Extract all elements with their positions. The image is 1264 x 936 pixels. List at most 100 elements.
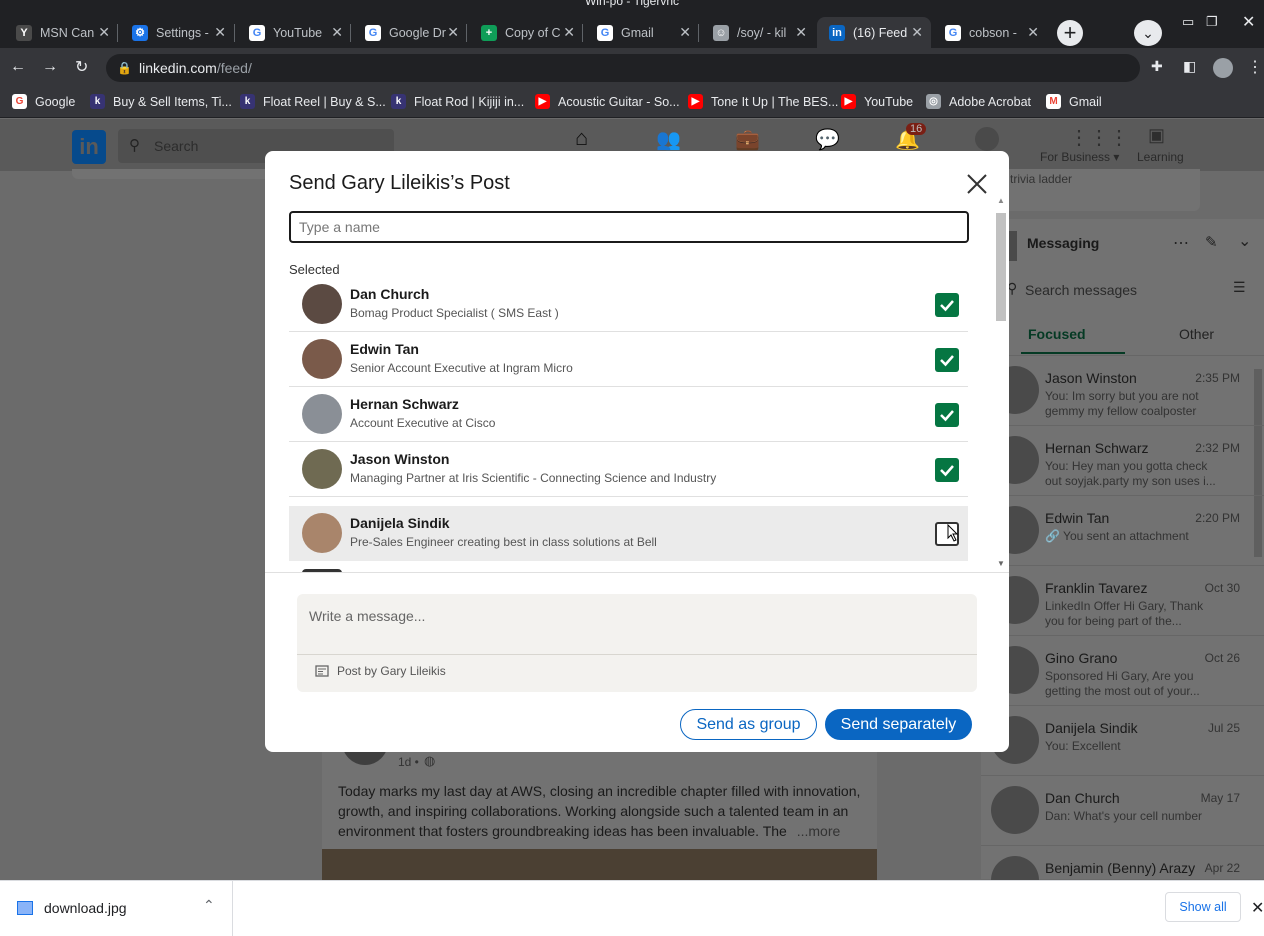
tab-close-icon[interactable]: ✕ [679, 24, 691, 41]
send-separately-button[interactable]: Send separately [825, 709, 972, 740]
show-all-button[interactable]: Show all [1165, 892, 1241, 922]
scroll-thumb[interactable] [996, 213, 1006, 321]
tab-close-icon[interactable]: ✕ [447, 24, 459, 41]
back-icon[interactable]: ← [10, 58, 26, 76]
tab-search-button[interactable]: ⌄ [1134, 20, 1162, 46]
new-tab-button[interactable]: + [1057, 20, 1083, 46]
tab[interactable]: Gcobson - ✕ [933, 17, 1047, 48]
close-download-bar-icon[interactable]: ✕ [1251, 898, 1264, 918]
download-item[interactable]: download.jpg ⌃ [0, 881, 233, 936]
message-thread[interactable]: Edwin Tan 2:20 PM 🔗 You sent an attachment [981, 495, 1264, 565]
recipient-row[interactable]: Dan Church Bomag Product Specialist ( SMS… [289, 277, 968, 332]
bookmark-item[interactable]: k Float Rod | Kijiji in... [391, 94, 524, 109]
linkedin-logo[interactable]: in [72, 130, 106, 164]
tab-close-icon[interactable]: ✕ [331, 24, 343, 41]
message-thread[interactable]: Franklin Tavarez Oct 30 LinkedIn Offer Hi … [981, 565, 1264, 635]
home-icon[interactable]: ⌂ [575, 125, 588, 151]
learning-label[interactable]: Learning [1137, 150, 1184, 164]
bookmark-item[interactable]: ▶ Tone It Up | The BES... [688, 94, 838, 109]
see-more-link[interactable]: ...more [797, 823, 841, 839]
bookmark-item[interactable]: G Google [12, 94, 75, 109]
collapse-icon[interactable]: ⌄ [1238, 231, 1251, 251]
tab-close-icon[interactable]: ✕ [98, 24, 110, 41]
tab-focused[interactable]: Focused [1028, 326, 1086, 342]
network-icon[interactable]: 👥 [656, 127, 681, 152]
compose-icon[interactable]: ✎ [1205, 233, 1218, 251]
message-thread[interactable]: Gino Grano Oct 26 Sponsored Hi Gary, Are y… [981, 635, 1264, 705]
tab-close-icon[interactable]: ✕ [214, 24, 226, 41]
message-field[interactable]: Write a message... Post by Gary Lileikis [297, 594, 977, 692]
extensions-icon[interactable]: ✚ [1151, 58, 1163, 75]
recipient-row[interactable]: Jason Winston Managing Partner at Iris Sc… [289, 442, 968, 497]
filter-icon[interactable]: ☰ [1233, 279, 1246, 296]
close-dialog-button[interactable] [964, 171, 990, 197]
close-window-icon[interactable]: ✕ [1242, 12, 1255, 32]
message-thread[interactable]: Dan Church May 17 Dan: What's your cell nu… [981, 775, 1264, 845]
recipient-checkbox[interactable] [935, 293, 959, 317]
chevron-up-icon[interactable]: ⌃ [203, 897, 215, 914]
message-thread[interactable]: Hernan Schwarz 2:32 PM You: Hey man you go… [981, 425, 1264, 495]
bookmark-item[interactable]: k Float Reel | Buy & S... [240, 94, 386, 109]
image-file-icon [17, 901, 33, 915]
search-placeholder: Search [154, 138, 199, 154]
tab[interactable]: ☺ /soy/ - kil ✕ [701, 17, 815, 48]
bookmark-item[interactable]: k Buy & Sell Items, Ti... [90, 94, 232, 109]
recipient-name-input[interactable] [289, 211, 969, 243]
recipient-checkbox[interactable] [935, 403, 959, 427]
message-thread[interactable]: Danijela Sindik Jul 25 You: Excellent [981, 705, 1264, 775]
messaging-title[interactable]: Messaging [1027, 235, 1099, 251]
tab-close-icon[interactable]: ✕ [795, 24, 807, 41]
url-path: /feed/ [216, 60, 252, 76]
bookmark-item[interactable]: ▶ Acoustic Guitar - So... [535, 94, 680, 109]
tab[interactable]: G Gmail ✕ [585, 17, 699, 48]
recipient-checkbox[interactable] [935, 458, 959, 482]
more-options-icon[interactable]: ⋯ [1173, 233, 1189, 253]
tab-close-icon[interactable]: ✕ [563, 24, 575, 41]
tab-separator [117, 24, 118, 42]
send-as-group-button[interactable]: Send as group [680, 709, 817, 740]
tab-close-icon[interactable]: ✕ [1027, 24, 1039, 41]
profile-icon[interactable] [1213, 58, 1233, 78]
learning-icon[interactable]: ▣ [1148, 125, 1165, 146]
bookmark-item[interactable]: ▶ YouTube [841, 94, 913, 109]
reload-icon[interactable]: ↻ [75, 57, 88, 77]
tab[interactable]: + Copy of C ✕ [469, 17, 583, 48]
tab-other[interactable]: Other [1179, 326, 1214, 342]
bookmark-item[interactable]: ◎ Adobe Acrobat [926, 94, 1031, 109]
tab-focused-underline [1021, 352, 1125, 354]
tab-close-icon[interactable]: ✕ [911, 24, 923, 41]
feed-post: 1d • ◍ Today marks my last day at AWS, c… [322, 731, 877, 889]
messaging-icon[interactable]: 💬 [815, 127, 840, 152]
tab-label: YouTube [273, 25, 323, 40]
message-thread[interactable]: Jason Winston 2:35 PM You: Im sorry but yo… [981, 355, 1264, 425]
url-bar[interactable]: 🔒 linkedin.com/feed/ [106, 54, 1140, 82]
tab[interactable]: in (16) Feed ✕ [817, 17, 931, 48]
apps-grid-icon[interactable]: ⋮⋮⋮ [1069, 125, 1129, 150]
recipient-row[interactable]: Edwin Tan Senior Account Executive at Ing… [289, 332, 968, 387]
for-business-label[interactable]: For Business ▾ [1040, 150, 1119, 164]
thread-name: Benjamin (Benny) Arazy [1045, 860, 1196, 876]
maximize-icon[interactable]: ❐ [1206, 14, 1218, 30]
tab-label: Settings - [156, 25, 209, 40]
scroll-up-icon[interactable]: ▲ [997, 196, 1005, 205]
message-search[interactable]: ⚲ Search messages ☰ [1005, 276, 1255, 304]
tab[interactable]: G YouTube ✕ [237, 17, 351, 48]
tab[interactable]: Y MSN Can ✕ [4, 17, 118, 48]
avatar [302, 394, 342, 434]
jobs-icon[interactable]: 💼 [735, 127, 760, 152]
menu-kebab-icon[interactable]: ⋮ [1247, 57, 1263, 77]
recipient-checkbox[interactable] [935, 348, 959, 372]
bookmark-item[interactable]: M Gmail [1046, 94, 1102, 109]
me-avatar[interactable] [975, 127, 999, 151]
mouse-cursor-icon [947, 523, 959, 545]
tab-favicon: G [945, 24, 961, 41]
recipient-row[interactable]: Danijela Sindik Pre-Sales Engineer creati… [289, 506, 968, 561]
tab[interactable]: G Google Dr ✕ [353, 17, 467, 48]
tab[interactable]: ⚙ Settings - ✕ [120, 17, 234, 48]
forward-icon[interactable]: → [42, 58, 58, 76]
scroll-down-icon[interactable]: ▼ [997, 559, 1005, 568]
side-panel-icon[interactable]: ◧ [1183, 58, 1196, 75]
minimize-icon[interactable]: ▭ [1182, 14, 1194, 30]
recipient-row[interactable]: Hernan Schwarz Account Executive at Cisco [289, 387, 968, 442]
lock-icon[interactable]: 🔒 [117, 54, 132, 82]
